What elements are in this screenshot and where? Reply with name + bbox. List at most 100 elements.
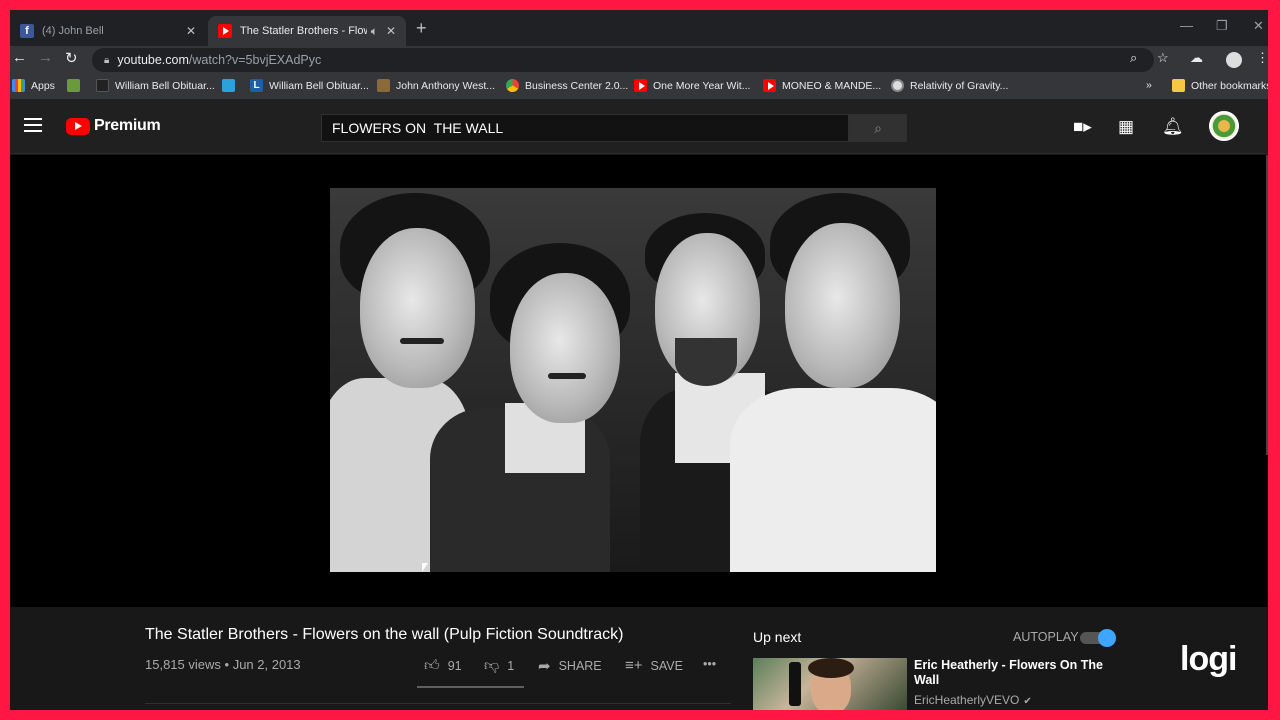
- silhouette-icon: [96, 79, 109, 92]
- video-meta: 15,815 views • Jun 2, 2013: [145, 657, 301, 672]
- up-next-heading: Up next: [753, 629, 802, 645]
- autoplay-toggle[interactable]: [1080, 629, 1116, 647]
- video-player[interactable]: [10, 155, 1268, 607]
- bookmark-label: MONEO & MANDE...: [782, 79, 882, 92]
- scrollbar[interactable]: [1266, 155, 1268, 455]
- back-icon[interactable]: ←: [12, 49, 27, 66]
- star-icon[interactable]: ☆: [1157, 50, 1169, 66]
- hair-shape: [808, 658, 854, 678]
- like-count: 91: [447, 659, 462, 673]
- reload-icon[interactable]: ↻: [65, 49, 78, 67]
- close-icon[interactable]: ✕: [186, 24, 196, 38]
- more-actions-button[interactable]: •••: [703, 657, 716, 671]
- playlist-add-icon: ≡+: [625, 657, 643, 674]
- tab-strip: f (4) John Bell ✕ The Statler Brothers -…: [10, 10, 1268, 46]
- verified-icon: ✔: [1023, 696, 1032, 707]
- bookmark-moneo-mande[interactable]: MONEO & MANDE...: [763, 79, 881, 92]
- youtube-logo[interactable]: Premium: [66, 117, 161, 135]
- avatar[interactable]: [1209, 111, 1239, 141]
- globe-icon: [891, 79, 904, 92]
- save-button[interactable]: ≡+ SAVE: [625, 657, 683, 674]
- facebook-icon: f: [20, 24, 34, 38]
- youtube-icon: [218, 24, 232, 38]
- view-count: 15,815 views: [145, 657, 221, 672]
- save-label: SAVE: [650, 658, 683, 673]
- bell-icon[interactable]: 🔔︎: [1162, 117, 1184, 137]
- bookmark-label: John Anthony West...: [396, 79, 496, 92]
- profile-icon[interactable]: [1226, 52, 1242, 68]
- youtube-masthead: Premium ⌕ ■▸ ▦ 🔔︎: [10, 100, 1268, 154]
- search-input[interactable]: [321, 114, 849, 142]
- thumbs-down-icon: 👎︎: [484, 657, 500, 674]
- toggle-knob: [1098, 629, 1116, 647]
- url-host: youtube.com: [117, 53, 189, 67]
- bookmark-relativity[interactable]: Relativity of Gravity...: [891, 79, 1008, 92]
- logi-watermark: logi: [1180, 640, 1237, 678]
- apps-grid-icon: [12, 79, 25, 92]
- share-label: SHARE: [558, 659, 602, 673]
- bookmark-william-bell-1[interactable]: William Bell Obituar...: [96, 79, 215, 92]
- tab-title: The Statler Brothers - Flowers on the wa…: [240, 25, 367, 37]
- url-text: youtube.com/watch?v=5bvjEXAdPyc: [117, 53, 321, 67]
- apps-icon[interactable]: ▦: [1118, 117, 1134, 137]
- menu-icon[interactable]: [24, 118, 42, 132]
- like-button[interactable]: 👍︎ 91: [424, 657, 462, 675]
- house-icon: [67, 79, 80, 92]
- figure-icon: [377, 79, 390, 92]
- logo-text: Premium: [94, 117, 161, 134]
- channel-name: EricHeatherlyVEVO: [914, 693, 1020, 707]
- new-tab-icon[interactable]: +: [416, 18, 427, 39]
- bookmark-john-anthony-west[interactable]: John Anthony West...: [377, 79, 495, 92]
- divider: [145, 703, 731, 704]
- zoom-icon[interactable]: ⌕: [1130, 50, 1137, 66]
- chrome-icon: [506, 79, 519, 92]
- bookmark-william-bell-2[interactable]: L William Bell Obituar...: [250, 79, 369, 92]
- bookmark-apps[interactable]: Apps: [12, 79, 55, 92]
- next-video-title[interactable]: Eric Heatherly - Flowers On The Wall: [914, 658, 1110, 688]
- thumbs-up-icon: 👍︎: [424, 657, 440, 674]
- bookmark-label: One More Year Wit...: [653, 79, 751, 92]
- lock-icon: 🔒︎: [104, 54, 110, 66]
- window-close-icon[interactable]: ✕: [1253, 18, 1264, 34]
- bookmark-one-more-year[interactable]: One More Year Wit...: [634, 79, 750, 92]
- bookmark-label: William Bell Obituar...: [269, 79, 369, 92]
- dislike-button[interactable]: 👎︎ 1: [484, 657, 514, 675]
- bookmarks-bar: Apps William Bell Obituar... L William B…: [10, 74, 1268, 100]
- cloud-icon[interactable]: ☁: [1190, 50, 1203, 66]
- restore-icon[interactable]: ❐: [1216, 18, 1228, 34]
- folder-icon: [1172, 79, 1185, 92]
- tab-youtube[interactable]: The Statler Brothers - Flowers on the wa…: [208, 16, 406, 46]
- tab-title: (4) John Bell: [42, 25, 104, 37]
- forward-icon[interactable]: →: [38, 49, 53, 66]
- tab-facebook[interactable]: f (4) John Bell ✕: [10, 16, 206, 46]
- menu-kebab-icon[interactable]: ⋮: [1256, 50, 1268, 66]
- share-icon: ➦: [538, 658, 551, 675]
- bookmark-icon-only[interactable]: [67, 79, 86, 92]
- toolbar: ← → ↻ 🔒︎ youtube.com/watch?v=5bvjEXAdPyc…: [10, 46, 1268, 74]
- youtube-icon: [634, 79, 647, 92]
- like-ratio-bar: [417, 686, 524, 688]
- create-video-icon[interactable]: ■▸: [1073, 117, 1092, 137]
- autoplay-label: AUTOPLAY: [1013, 630, 1079, 644]
- search-button[interactable]: ⌕: [849, 114, 907, 142]
- minimize-icon[interactable]: —: [1180, 18, 1193, 33]
- youtube-icon: [763, 79, 776, 92]
- video-frame[interactable]: [330, 188, 936, 572]
- bookmark-business-center[interactable]: Business Center 2.0...: [506, 79, 628, 92]
- bookmark-icon-only-2[interactable]: [222, 79, 241, 92]
- youtube-play-icon: [66, 117, 90, 135]
- bookmark-label: Other bookmarks: [1191, 79, 1268, 92]
- meta-separator: •: [224, 657, 233, 672]
- next-video-channel[interactable]: EricHeatherlyVEVO ✔: [914, 693, 1032, 707]
- phone-shape: [789, 662, 801, 706]
- close-icon[interactable]: ✕: [386, 24, 396, 38]
- share-button[interactable]: ➦ SHARE: [538, 657, 602, 675]
- bookmark-label: Relativity of Gravity...: [910, 79, 1009, 92]
- bookmarks-overflow[interactable]: »: [1146, 79, 1152, 91]
- speaker-icon[interactable]: 🔈︎: [371, 24, 378, 39]
- next-video-thumbnail[interactable]: [753, 658, 907, 710]
- address-bar[interactable]: 🔒︎ youtube.com/watch?v=5bvjEXAdPyc: [92, 48, 1154, 72]
- letter-l-icon: L: [250, 79, 263, 92]
- bookmark-other[interactable]: Other bookmarks: [1172, 79, 1268, 92]
- video-info: The Statler Brothers - Flowers on the wa…: [10, 607, 1268, 710]
